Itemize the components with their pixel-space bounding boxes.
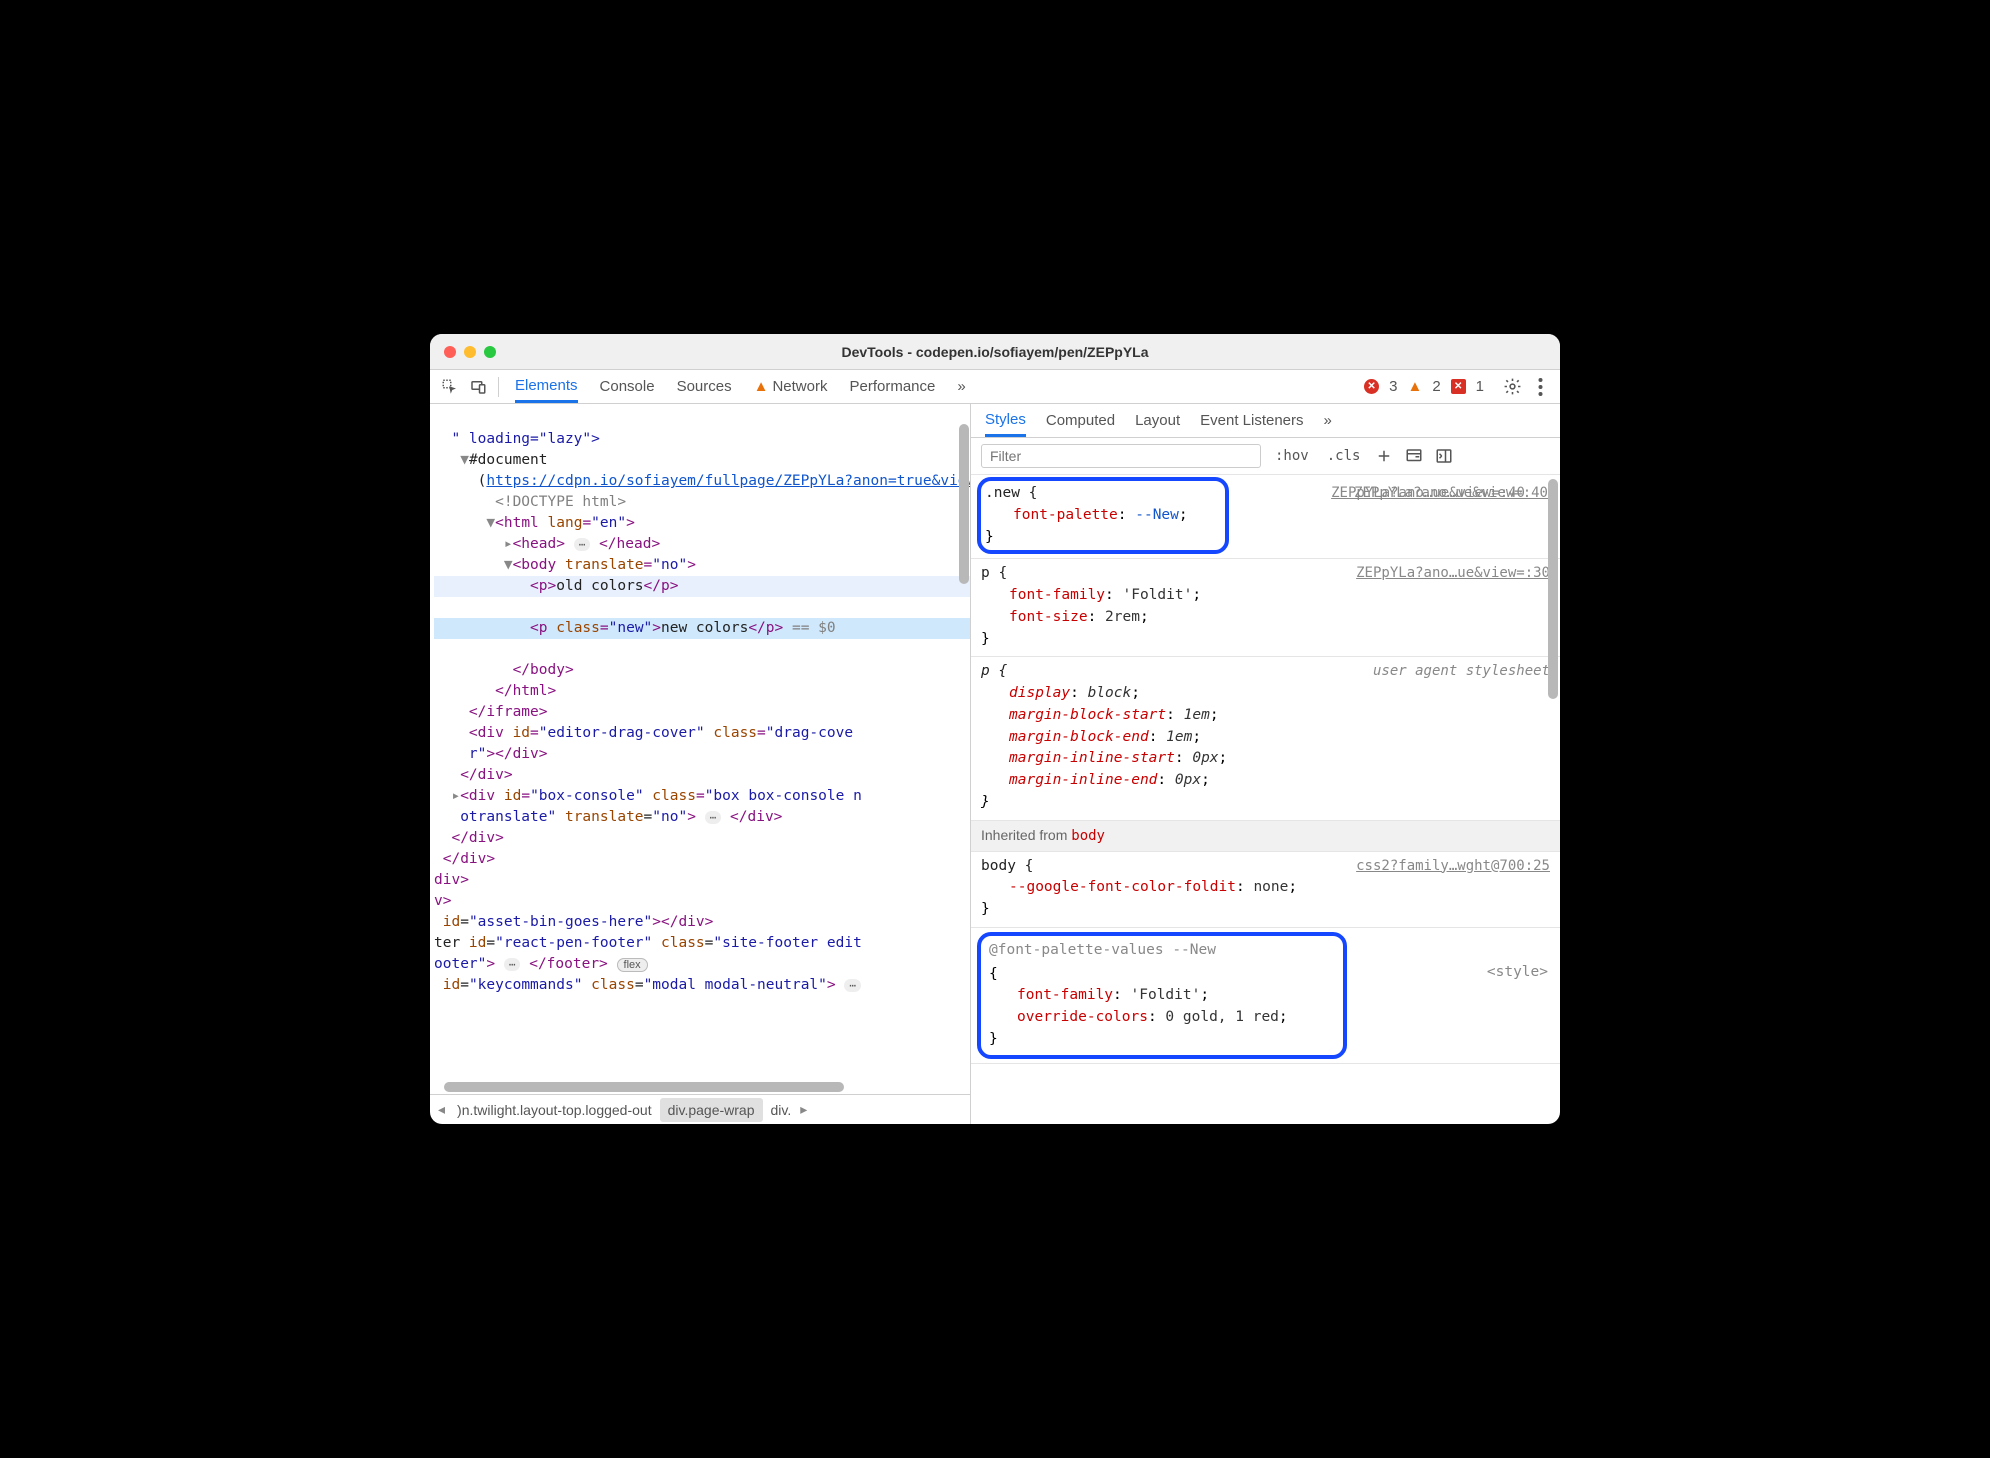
style-rule-ua[interactable]: user agent stylesheet p { display: block… [971, 657, 1560, 820]
style-rule[interactable]: css2?family…wght@700:25 body { --google-… [971, 852, 1560, 928]
inherited-header: Inherited from body [971, 821, 1560, 852]
ellipsis-icon[interactable]: ⋯ [504, 958, 521, 971]
dom-tree[interactable]: " loading="lazy"> ▼#document (https://cd… [430, 404, 970, 1094]
settings-icon[interactable] [1498, 373, 1526, 401]
dom-breadcrumb: ◂ )n.twilight.layout-top.logged-out div.… [430, 1094, 970, 1124]
tab-sources[interactable]: Sources [677, 370, 732, 403]
breadcrumb-item[interactable]: )n.twilight.layout-top.logged-out [449, 1098, 660, 1122]
dom-node[interactable]: #document [469, 452, 548, 468]
breadcrumb-right-icon[interactable]: ▸ [799, 1101, 808, 1118]
close-window-button[interactable] [444, 346, 456, 358]
tab-layout[interactable]: Layout [1135, 404, 1180, 437]
tab-network[interactable]: ▲Network [754, 370, 828, 403]
message-count: 1 [1476, 378, 1484, 395]
styles-tabs: Styles Computed Layout Event Listeners » [971, 404, 1560, 438]
tab-performance[interactable]: Performance [849, 370, 935, 403]
style-rule[interactable]: @font-palette-values --New { font-family… [971, 932, 1560, 1064]
iframe-url-link[interactable]: https://cdpn.io/sofiayem/fullpage/ZEPpYL… [486, 473, 970, 489]
hov-button[interactable]: :hov [1271, 446, 1313, 466]
inspect-icon[interactable] [436, 373, 464, 401]
style-rule[interactable]: ZEPpYLa?ano…ue&view=:40 .new { font-pale… [971, 477, 1560, 559]
selected-dom-node[interactable]: <p class="new">new colors</p> == $0 [434, 618, 970, 639]
dom-vertical-scrollbar[interactable] [957, 404, 970, 624]
warning-icon: ▲ [754, 378, 769, 395]
ellipsis-icon[interactable]: ⋯ [574, 538, 591, 551]
device-mode-icon[interactable] [464, 373, 492, 401]
tab-styles[interactable]: Styles [985, 404, 1026, 437]
ellipsis-icon[interactable]: ⋯ [705, 811, 722, 824]
styles-toolbar: :hov .cls [971, 438, 1560, 475]
window-title: DevTools - codepen.io/sofiayem/pen/ZEPpY… [430, 344, 1560, 360]
at-rule-header: @font-palette-values --New [989, 940, 1335, 964]
ua-stylesheet-label: user agent stylesheet [1373, 661, 1550, 682]
kebab-menu-icon[interactable] [1526, 373, 1554, 401]
error-count: 3 [1389, 378, 1397, 395]
ellipsis-icon[interactable]: ⋯ [844, 979, 861, 992]
traffic-lights [444, 346, 496, 358]
cls-button[interactable]: .cls [1323, 446, 1365, 466]
devtools-window: DevTools - codepen.io/sofiayem/pen/ZEPpY… [430, 334, 1560, 1124]
dom-doctype[interactable]: <!DOCTYPE html> [495, 494, 626, 510]
dom-horizontal-scrollbar[interactable] [444, 1082, 844, 1092]
main-toolbar: Elements Console Sources ▲Network Perfor… [430, 370, 1560, 404]
error-icon: ✕ [1364, 379, 1379, 394]
rule-source-link[interactable]: css2?family…wght@700:25 [1356, 856, 1550, 877]
status-counts[interactable]: ✕ 3 ▲ 2 ✕ 1 [1364, 378, 1484, 395]
breadcrumb-item-selected[interactable]: div.page-wrap [660, 1098, 763, 1122]
divider [498, 377, 499, 397]
main-tabs: Elements Console Sources ▲Network Perfor… [515, 370, 966, 403]
toggle-sidebar-icon[interactable] [1434, 446, 1454, 466]
rule-source-link[interactable]: ZEPpYLa?ano…ue&view=:30 [1356, 563, 1550, 584]
breadcrumb-item[interactable]: div. [763, 1098, 800, 1122]
warning-count: 2 [1432, 378, 1440, 395]
flex-badge[interactable]: flex [617, 958, 648, 972]
titlebar: DevTools - codepen.io/sofiayem/pen/ZEPpY… [430, 334, 1560, 370]
message-icon: ✕ [1451, 379, 1466, 394]
rule-source-link[interactable]: <style> [1487, 962, 1548, 984]
tab-computed[interactable]: Computed [1046, 404, 1115, 437]
inherited-element-link[interactable]: body [1071, 828, 1105, 844]
styles-filter-input[interactable] [981, 444, 1261, 468]
styles-vertical-scrollbar[interactable] [1548, 479, 1558, 699]
tab-console[interactable]: Console [600, 370, 655, 403]
dom-node[interactable]: " loading="lazy"> [451, 431, 599, 447]
new-rule-icon[interactable] [1374, 446, 1394, 466]
content: " loading="lazy"> ▼#document (https://cd… [430, 404, 1560, 1124]
tab-event-listeners[interactable]: Event Listeners [1200, 404, 1303, 437]
dom-pane: " loading="lazy"> ▼#document (https://cd… [430, 404, 970, 1124]
styles-pane: Styles Computed Layout Event Listeners »… [970, 404, 1560, 1124]
breadcrumb-left-icon[interactable]: ◂ [434, 1101, 449, 1118]
minimize-window-button[interactable] [464, 346, 476, 358]
tabs-more[interactable]: » [957, 370, 965, 403]
styles-tabs-more[interactable]: » [1324, 404, 1332, 437]
rule-source-link[interactable]: ZEPpYLa?ano…ue&view=:40 [1354, 483, 1548, 504]
maximize-window-button[interactable] [484, 346, 496, 358]
rules-list[interactable]: ZEPpYLa?ano…ue&view=:40 .new { font-pale… [971, 475, 1560, 1124]
tab-elements[interactable]: Elements [515, 370, 578, 403]
computed-sidebar-icon[interactable] [1404, 446, 1424, 466]
warning-icon: ▲ [1407, 378, 1422, 395]
style-rule[interactable]: ZEPpYLa?ano…ue&view=:30 p { font-family:… [971, 559, 1560, 657]
